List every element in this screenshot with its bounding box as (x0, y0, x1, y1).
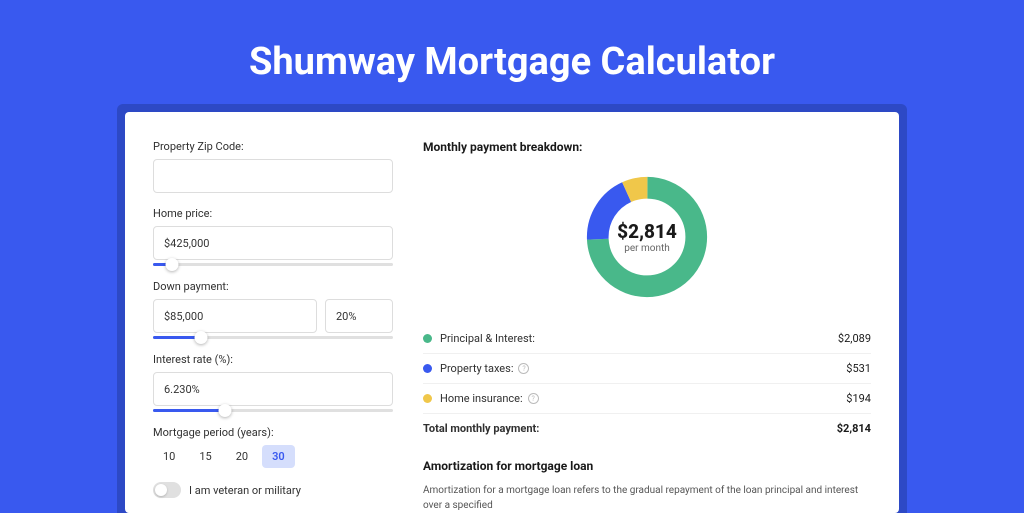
zip-input[interactable] (153, 159, 393, 193)
legend-label-tax-text: Property taxes: (440, 362, 513, 375)
info-icon[interactable]: ? (528, 393, 539, 404)
interest-slider-thumb[interactable] (219, 404, 232, 417)
donut-center: $2,814 per month (617, 220, 677, 254)
interest-slider[interactable] (153, 409, 393, 412)
down-payment-slider[interactable] (153, 336, 393, 339)
down-payment-amount-input[interactable] (153, 299, 317, 333)
legend-row-pi: Principal & Interest: $2,089 (423, 324, 871, 354)
period-option-20[interactable]: 20 (226, 445, 258, 468)
zip-field: Property Zip Code: (153, 140, 393, 193)
legend-dot-pi (423, 334, 432, 343)
calculator-card: Property Zip Code: Home price: Down paym… (125, 112, 899, 513)
down-payment-field: Down payment: (153, 280, 393, 339)
legend-value-pi: $2,089 (838, 332, 871, 345)
legend-label-tax: Property taxes: ? (440, 362, 846, 375)
legend-label-pi: Principal & Interest: (440, 332, 838, 345)
donut-amount: $2,814 (617, 220, 677, 243)
page-title: Shumway Mortgage Calculator (0, 40, 1024, 84)
legend-value-tax: $531 (846, 362, 871, 375)
zip-label: Property Zip Code: (153, 140, 393, 153)
interest-field: Interest rate (%): (153, 353, 393, 412)
home-price-input[interactable] (153, 226, 393, 260)
breakdown-title: Monthly payment breakdown: (423, 140, 871, 154)
amortization-title: Amortization for mortgage loan (423, 459, 871, 473)
veteran-label: I am veteran or military (189, 484, 301, 497)
veteran-toggle-knob (155, 484, 167, 496)
donut-sub: per month (617, 243, 677, 254)
legend-label-ins: Home insurance: ? (440, 392, 846, 405)
period-option-15[interactable]: 15 (189, 445, 221, 468)
legend-dot-tax (423, 364, 432, 373)
period-option-10[interactable]: 10 (153, 445, 185, 468)
home-price-slider-thumb[interactable] (166, 258, 179, 271)
down-payment-slider-thumb[interactable] (195, 331, 208, 344)
legend-row-tax: Property taxes: ? $531 (423, 354, 871, 384)
legend-total-label: Total monthly payment: (423, 422, 837, 435)
donut-wrap: $2,814 per month (423, 172, 871, 302)
interest-label: Interest rate (%): (153, 353, 393, 366)
payment-donut-chart: $2,814 per month (582, 172, 712, 302)
inputs-panel: Property Zip Code: Home price: Down paym… (153, 140, 393, 513)
info-icon[interactable]: ? (518, 363, 529, 374)
card-wrap: Property Zip Code: Home price: Down paym… (117, 104, 907, 513)
legend-label-ins-text: Home insurance: (440, 392, 523, 405)
period-field: Mortgage period (years): 10 15 20 30 (153, 426, 393, 468)
amortization-text: Amortization for a mortgage loan refers … (423, 483, 871, 513)
period-label: Mortgage period (years): (153, 426, 393, 439)
legend: Principal & Interest: $2,089 Property ta… (423, 324, 871, 443)
period-option-30[interactable]: 30 (262, 445, 295, 468)
home-price-field: Home price: (153, 207, 393, 266)
home-price-slider[interactable] (153, 263, 393, 266)
interest-input[interactable] (153, 372, 393, 406)
legend-row-ins: Home insurance: ? $194 (423, 384, 871, 414)
home-price-label: Home price: (153, 207, 393, 220)
legend-dot-ins (423, 394, 432, 403)
down-payment-percent-input[interactable] (325, 299, 393, 333)
legend-value-ins: $194 (846, 392, 871, 405)
breakdown-panel: Monthly payment breakdown: $2,814 per mo… (423, 140, 871, 513)
veteran-toggle[interactable] (153, 482, 181, 498)
legend-total-value: $2,814 (837, 422, 871, 435)
period-options: 10 15 20 30 (153, 445, 393, 468)
down-payment-label: Down payment: (153, 280, 393, 293)
legend-row-total: Total monthly payment: $2,814 (423, 414, 871, 443)
veteran-row: I am veteran or military (153, 482, 393, 498)
